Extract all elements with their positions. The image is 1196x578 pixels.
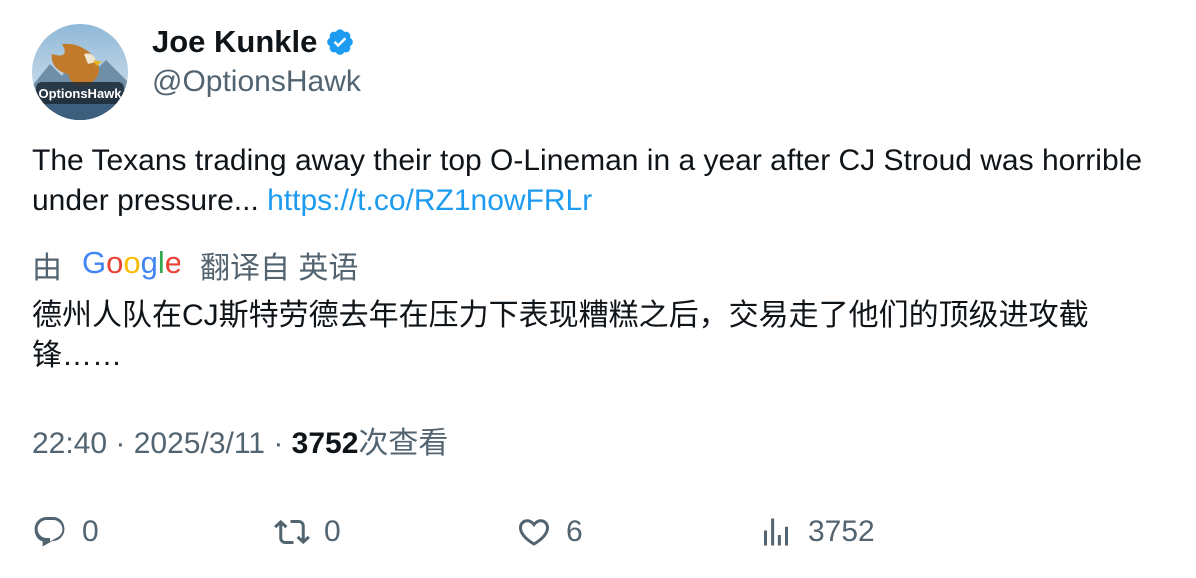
- action-bar: 0 0 6 3752: [32, 510, 1172, 554]
- tweet-text: The Texans trading away their top O-Line…: [32, 141, 1162, 221]
- views-count: 3752: [291, 427, 359, 460]
- translated-by-label: 由: [32, 252, 62, 285]
- views-action-count: 3752: [808, 515, 875, 548]
- retweet-count: 0: [324, 515, 341, 548]
- svg-text:Google: Google: [82, 246, 180, 280]
- views-label: 次查看: [358, 427, 449, 460]
- analytics-icon: [764, 518, 788, 546]
- reply-button[interactable]: 0: [32, 510, 99, 554]
- retweet-button[interactable]: 0: [274, 510, 341, 554]
- meta-separator: ·: [107, 427, 134, 460]
- heart-icon: [518, 519, 550, 546]
- like-button[interactable]: 6: [516, 510, 583, 554]
- tweet-link[interactable]: https://t.co/RZ1nowFRLr: [267, 184, 592, 217]
- author-handle[interactable]: @OptionsHawk: [152, 62, 361, 102]
- reply-count: 0: [82, 515, 99, 548]
- translated-text: 德州人队在CJ斯特劳德去年在压力下表现糟糕之后，交易走了他们的顶级进攻截锋……: [32, 299, 1089, 372]
- verified-badge-icon: [325, 27, 355, 57]
- tweet-meta: 22:40 · 2025/3/11 · 3752次查看: [32, 424, 448, 464]
- author-display-name[interactable]: Joe Kunkle: [152, 22, 317, 62]
- avatar[interactable]: OptionsHawk: [32, 24, 128, 120]
- like-count: 6: [566, 515, 583, 548]
- tweet-time[interactable]: 22:40: [32, 427, 107, 460]
- optionshawk-logo-avatar: OptionsHawk: [32, 24, 128, 120]
- google-logo[interactable]: Google: [82, 245, 182, 292]
- retweet-icon: [274, 519, 310, 545]
- avatar-logo-text: OptionsHawk: [38, 86, 122, 101]
- author-name-row[interactable]: Joe Kunkle: [152, 22, 355, 62]
- reply-icon: [34, 517, 65, 547]
- tweet-date[interactable]: 2025/3/11: [134, 427, 265, 460]
- meta-separator: ·: [265, 427, 292, 460]
- translation-attribution: 由 Google 翻译自 英语: [32, 245, 359, 292]
- views-button[interactable]: 3752: [758, 510, 875, 554]
- translated-from-label: 翻译自 英语: [200, 252, 359, 285]
